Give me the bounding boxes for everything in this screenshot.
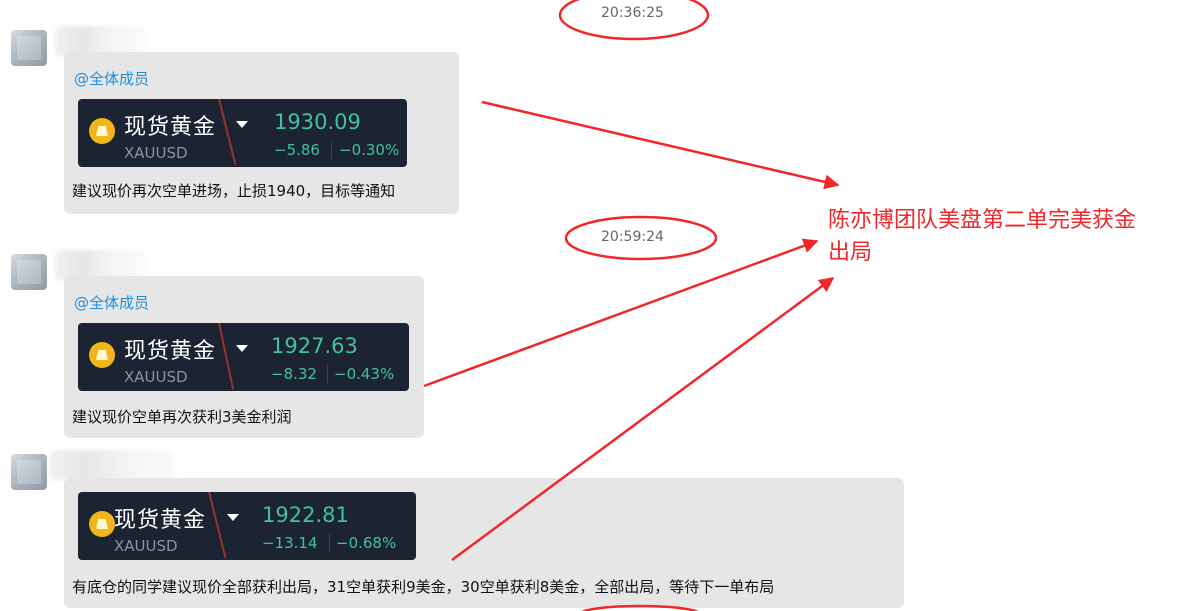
arrow-2	[423, 238, 819, 388]
timestamp-circle-3	[581, 604, 699, 611]
timestamp-circle-2	[564, 215, 718, 261]
arrow-1	[481, 100, 840, 190]
timestamp-circle-1	[558, 0, 710, 41]
arrow-3	[451, 276, 835, 562]
annotation-overlay	[423, 0, 840, 611]
annotation-caption: 陈亦博团队美盘第二单完美获金出局	[828, 208, 1137, 265]
